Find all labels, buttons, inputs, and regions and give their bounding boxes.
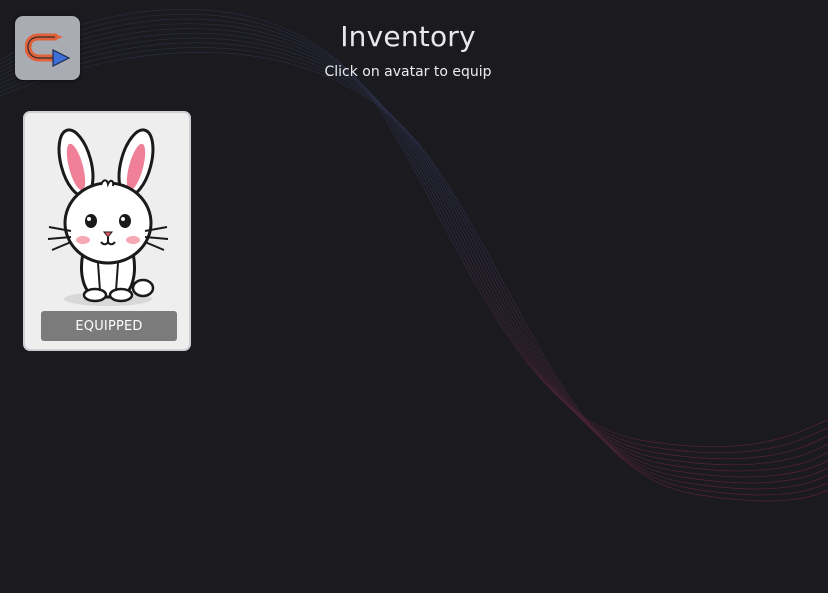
page-subtitle: Click on avatar to equip: [324, 64, 492, 80]
avatar-card-bunny[interactable]: EQUIPPED: [23, 111, 191, 351]
page-title: Inventory: [340, 20, 476, 53]
status-badge: EQUIPPED: [41, 311, 177, 341]
bunny-avatar-icon: [43, 123, 173, 312]
